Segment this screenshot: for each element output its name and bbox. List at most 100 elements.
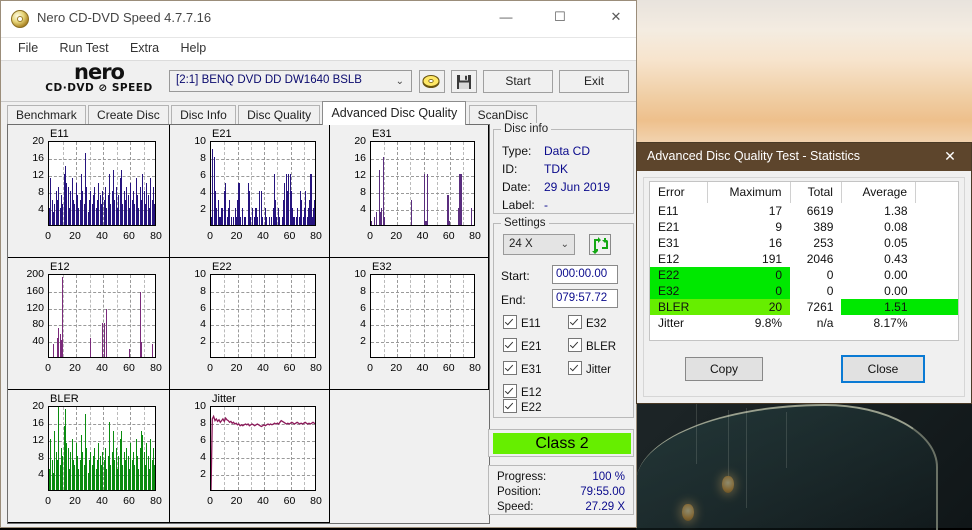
table-cell: 389 xyxy=(790,219,841,235)
y-tick-label: 160 xyxy=(8,285,44,297)
chart-cell-e31: E3148121620020406080 xyxy=(330,125,489,258)
x-tick-label: 20 xyxy=(227,362,247,374)
table-cell xyxy=(916,219,959,235)
charts-panel: E1148121620020406080E21246810020406080E3… xyxy=(7,124,490,524)
table-row[interactable]: Jitter9.8%n/a8.17% xyxy=(650,315,958,331)
start-button[interactable]: Start xyxy=(483,70,553,93)
table-row[interactable]: E111766191.38 xyxy=(650,203,958,219)
tab-create-disc[interactable]: Create Disc xyxy=(88,105,169,125)
refresh-button[interactable] xyxy=(589,234,611,255)
plot-area-e12 xyxy=(48,274,156,358)
table-cell: 9 xyxy=(707,219,790,235)
maximize-button[interactable]: ☐ xyxy=(537,1,583,33)
table-cell: 0 xyxy=(707,267,790,283)
table-row[interactable]: E32000.00 xyxy=(650,283,958,299)
copy-button[interactable]: Copy xyxy=(685,357,763,381)
refresh-icon xyxy=(590,235,610,254)
exit-button[interactable]: Exit xyxy=(559,70,629,93)
minimize-button[interactable]: — xyxy=(483,1,529,33)
table-cell: 7261 xyxy=(790,299,841,315)
x-tick-label: 20 xyxy=(65,230,85,242)
save-button[interactable] xyxy=(451,70,477,93)
progress-label: Progress: xyxy=(497,471,546,483)
checkbox-e21[interactable]: E21 xyxy=(503,338,541,353)
close-dialog-button[interactable]: Close xyxy=(841,355,925,383)
checkbox-e32[interactable]: E32 xyxy=(568,315,606,330)
table-cell: 253 xyxy=(790,235,841,251)
x-tick-label: 80 xyxy=(306,230,326,242)
y-tick-label: 12 xyxy=(8,169,44,181)
checkbox-jitter-label: Jitter xyxy=(586,364,611,376)
x-tick-label: 60 xyxy=(439,230,459,242)
y-tick-label: 6 xyxy=(170,434,206,446)
statistics-close-button[interactable]: ✕ xyxy=(929,143,971,171)
plot-area-bler xyxy=(48,406,156,491)
position-value: 79:55.00 xyxy=(580,486,625,498)
table-cell: E12 xyxy=(650,251,707,267)
chart-title-e12: E12 xyxy=(50,261,70,273)
checkbox-e22[interactable]: E22 xyxy=(503,399,541,414)
eject-disc-icon xyxy=(420,71,444,92)
x-tick-label: 60 xyxy=(280,495,300,507)
x-tick-label: 40 xyxy=(92,230,112,242)
bar xyxy=(383,157,384,225)
drive-select[interactable]: [2:1] BENQ DVD DD DW1640 BSLB ⌄ xyxy=(169,70,412,92)
bar xyxy=(293,217,294,226)
table-cell: Jitter xyxy=(650,315,707,331)
menu-file[interactable]: File xyxy=(9,38,47,58)
table-cell xyxy=(916,315,959,331)
table-row[interactable]: E22000.00 xyxy=(650,267,958,283)
table-cell: E22 xyxy=(650,267,707,283)
series-e22 xyxy=(211,275,315,357)
x-tick-label: 60 xyxy=(439,362,459,374)
menu-bar: File Run Test Extra Help xyxy=(1,38,636,61)
speed-label: Speed: xyxy=(497,501,533,513)
x-tick-label: 80 xyxy=(146,495,166,507)
table-cell: 0.08 xyxy=(841,219,915,235)
checkbox-bler[interactable]: BLER xyxy=(568,338,616,353)
checkbox-icon xyxy=(503,384,517,398)
tab-advanced-disc-quality[interactable]: Advanced Disc Quality xyxy=(322,101,466,125)
y-tick-label: 4 xyxy=(170,186,206,198)
tab-benchmark[interactable]: Benchmark xyxy=(7,105,86,125)
x-tick-label: 20 xyxy=(227,495,247,507)
y-tick-label: 120 xyxy=(8,302,44,314)
y-tick-label: 10 xyxy=(170,268,206,280)
bar xyxy=(460,174,461,225)
menu-help[interactable]: Help xyxy=(171,38,215,58)
table-row[interactable]: BLER2072611.51 xyxy=(650,299,958,315)
speed-select[interactable]: 24 X ⌄ xyxy=(503,234,575,255)
x-tick-label: 40 xyxy=(92,362,112,374)
x-tick-label: 40 xyxy=(413,230,433,242)
col-average: Average xyxy=(841,182,915,203)
tab-bar: Benchmark Create Disc Disc Info Disc Qua… xyxy=(7,101,536,123)
menu-run-test[interactable]: Run Test xyxy=(51,38,118,58)
start-time-input[interactable]: 000:00.00 xyxy=(552,265,618,284)
disc-id-label: ID: xyxy=(502,162,517,176)
table-row[interactable]: E31162530.05 xyxy=(650,235,958,251)
y-tick-label: 2 xyxy=(170,203,206,215)
checkbox-e31[interactable]: E31 xyxy=(503,361,541,376)
x-tick-label: 0 xyxy=(38,230,58,242)
end-time-input[interactable]: 079:57.72 xyxy=(552,289,618,308)
table-row[interactable]: E2193890.08 xyxy=(650,219,958,235)
checkbox-jitter[interactable]: Jitter xyxy=(568,361,611,376)
menu-extra[interactable]: Extra xyxy=(121,38,168,58)
bar xyxy=(252,208,253,225)
tab-disc-info[interactable]: Disc Info xyxy=(171,105,236,125)
eject-disc-button[interactable] xyxy=(419,70,445,93)
checkbox-e11[interactable]: E11 xyxy=(503,315,541,330)
chart-cell-e12: E124080120160200020406080 xyxy=(8,258,170,390)
disc-date-label: Date: xyxy=(502,180,531,194)
table-cell: 2046 xyxy=(790,251,841,267)
tab-scandisc[interactable]: ScanDisc xyxy=(469,105,538,125)
table-cell xyxy=(916,251,959,267)
table-row[interactable]: E1219120460.43 xyxy=(650,251,958,267)
checkbox-e21-label: E21 xyxy=(521,341,541,353)
checkbox-e12[interactable]: E12 xyxy=(503,384,541,399)
y-tick-label: 6 xyxy=(170,302,206,314)
x-tick-label: 0 xyxy=(38,362,58,374)
chart-cell-e32: E32246810020406080 xyxy=(330,258,489,390)
tab-disc-quality[interactable]: Disc Quality xyxy=(238,105,320,125)
close-button[interactable]: ✕ xyxy=(593,1,639,33)
